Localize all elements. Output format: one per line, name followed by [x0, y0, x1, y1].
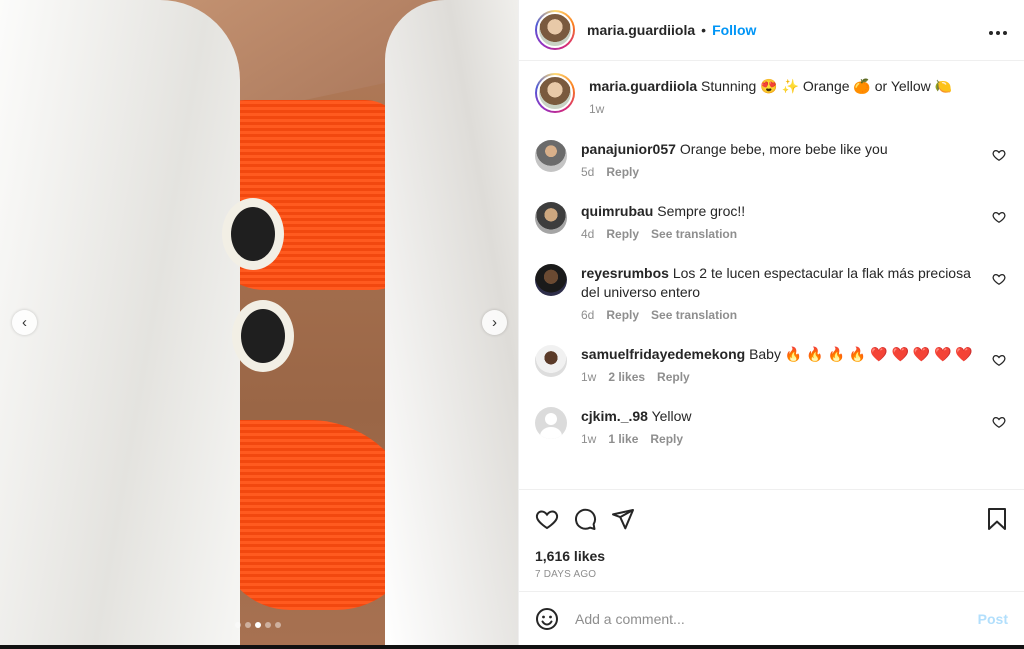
comment-composer: Post	[519, 591, 1024, 645]
carousel-dot	[255, 622, 261, 628]
comment-likes[interactable]: 2 likes	[608, 370, 645, 384]
reply-button[interactable]: Reply	[606, 227, 639, 241]
commenter-username[interactable]: cjkim._.98	[581, 408, 648, 424]
comment-time[interactable]: 1w	[581, 432, 596, 446]
reply-button[interactable]: Reply	[606, 308, 639, 322]
more-options-icon[interactable]	[988, 25, 1008, 36]
comment-input[interactable]	[575, 610, 978, 627]
comment-item: reyesrumbos Los 2 te lucen espectacular …	[535, 264, 1008, 322]
reply-button[interactable]: Reply	[650, 432, 683, 446]
carousel-dot	[275, 622, 281, 628]
reply-button[interactable]: Reply	[657, 370, 690, 384]
sunglasses-lens-top	[222, 198, 284, 270]
comment-time[interactable]: 5d	[581, 165, 594, 179]
comment-text: Sempre groc!!	[657, 203, 746, 219]
comment-likes[interactable]: 1 like	[608, 432, 638, 446]
comment-item: samuelfridayedemekong Baby 🔥 🔥 🔥 🔥 ❤️ ❤️…	[535, 345, 1008, 384]
bookmark-icon[interactable]	[986, 507, 1008, 531]
carousel-dot	[245, 622, 251, 628]
comment-like-heart-icon[interactable]	[992, 210, 1006, 224]
comment-text: Baby 🔥 🔥 🔥 🔥 ❤️ ❤️ ❤️ ❤️ ❤️	[749, 346, 973, 362]
comment-time[interactable]: 1w	[581, 370, 596, 384]
commenter-avatar[interactable]	[535, 140, 567, 172]
comment-text: Yellow	[651, 408, 692, 424]
bottom-strip	[0, 645, 1024, 649]
carousel-dot	[235, 622, 241, 628]
comment-time[interactable]: 6d	[581, 308, 594, 322]
caption-avatar[interactable]	[535, 73, 575, 113]
comment-like-heart-icon[interactable]	[992, 148, 1006, 162]
comment-item: panajunior057 Orange bebe, more bebe lik…	[535, 140, 1008, 179]
commenter-username[interactable]: panajunior057	[581, 141, 676, 157]
likes-count[interactable]: 1,616 likes	[535, 548, 1008, 564]
next-slide-button[interactable]: ›	[482, 310, 507, 335]
post-media[interactable]: ‹ ›	[0, 0, 518, 645]
like-heart-icon[interactable]	[535, 507, 559, 531]
commenter-avatar[interactable]	[535, 202, 567, 234]
post-modal: ‹ › maria.guardiiola • Follow maria.guar…	[0, 0, 1024, 649]
follow-button[interactable]: Follow	[712, 22, 756, 38]
post-comment-button[interactable]: Post	[978, 611, 1008, 627]
post-age: 7 DAYS AGO	[535, 569, 597, 580]
caption: maria.guardiiola Stunning 😍 ✨ Orange 🍊 o…	[535, 73, 1008, 116]
carousel-indicator	[235, 622, 281, 628]
commenter-username[interactable]: samuelfridayedemekong	[581, 346, 745, 362]
comment-item: quimrubau Sempre groc!! 4d Reply See tra…	[535, 202, 1008, 241]
comments-list[interactable]: maria.guardiiola Stunning 😍 ✨ Orange 🍊 o…	[519, 61, 1024, 489]
commenter-avatar[interactable]	[535, 264, 567, 296]
post-header: maria.guardiiola • Follow	[519, 0, 1024, 61]
author-username[interactable]: maria.guardiiola	[587, 22, 695, 38]
carousel-dot	[265, 622, 271, 628]
sunglasses-lens-bottom	[232, 300, 294, 372]
commenter-avatar[interactable]	[535, 407, 567, 439]
see-translation-button[interactable]: See translation	[651, 227, 737, 241]
comment-item: cjkim._.98 Yellow 1w 1 like Reply	[535, 407, 1008, 446]
comment-bubble-icon[interactable]	[573, 507, 597, 531]
share-send-icon[interactable]	[611, 507, 635, 531]
comment-text: Orange bebe, more bebe like you	[679, 141, 888, 157]
comment-time[interactable]: 4d	[581, 227, 594, 241]
commenter-avatar[interactable]	[535, 345, 567, 377]
post-actions: 1,616 likes 7 DAYS AGO Post	[519, 489, 1024, 645]
header-separator: •	[701, 22, 707, 38]
commenter-username[interactable]: quimrubau	[581, 203, 653, 219]
comment-like-heart-icon[interactable]	[992, 415, 1006, 429]
caption-text: Stunning 😍 ✨ Orange 🍊 or Yellow 🍋	[701, 78, 953, 94]
previous-slide-button[interactable]: ‹	[12, 310, 37, 335]
comment-like-heart-icon[interactable]	[992, 272, 1006, 286]
caption-username[interactable]: maria.guardiiola	[589, 78, 697, 94]
reply-button[interactable]: Reply	[606, 165, 639, 179]
see-translation-button[interactable]: See translation	[651, 308, 737, 322]
emoji-smiley-icon[interactable]	[535, 607, 559, 631]
caption-time[interactable]: 1w	[589, 102, 604, 116]
commenter-username[interactable]: reyesrumbos	[581, 265, 669, 281]
post-side-panel: maria.guardiiola • Follow maria.guardiio…	[518, 0, 1024, 645]
comment-like-heart-icon[interactable]	[992, 353, 1006, 367]
chevron-right-icon: ›	[492, 314, 497, 331]
author-avatar[interactable]	[535, 10, 575, 50]
chevron-left-icon: ‹	[22, 314, 27, 331]
